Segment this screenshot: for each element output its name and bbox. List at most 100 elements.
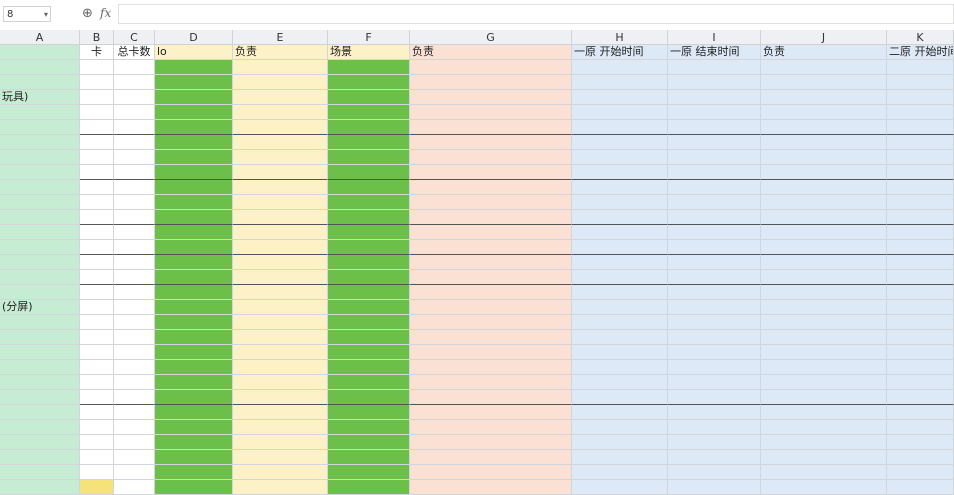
cell-e-row-13[interactable] [233,225,328,240]
cell-g-row-4[interactable] [410,90,572,105]
cell-j-row-7[interactable] [761,135,887,150]
cell-h-row-3[interactable] [572,75,668,90]
cell-i-row-3[interactable] [668,75,761,90]
cell-d-row-15[interactable] [155,255,233,270]
cell-g-row-28[interactable] [410,450,572,465]
cell-g-row-11[interactable] [410,195,572,210]
cell-e-row-19[interactable] [233,315,328,330]
cell-a-row-10[interactable] [0,180,80,195]
cell-e-row-5[interactable] [233,105,328,120]
cell-j-row-20[interactable] [761,330,887,345]
cell-h-row-12[interactable] [572,210,668,225]
cell-i-row-30[interactable] [668,480,761,495]
cell-k-row-8[interactable] [887,150,954,165]
cell-k-row-11[interactable] [887,195,954,210]
cell-h-row-24[interactable] [572,390,668,405]
cell-f-row-30[interactable] [328,480,410,495]
cell-i-row-29[interactable] [668,465,761,480]
cell-j-row-16[interactable] [761,270,887,285]
cell-c-row-17[interactable] [114,285,155,300]
cell-e-row-21[interactable] [233,345,328,360]
cell-f-row-20[interactable] [328,330,410,345]
cell-f-row-4[interactable] [328,90,410,105]
cell-j-row-8[interactable] [761,150,887,165]
cell-a-row-27[interactable] [0,435,80,450]
cell-b-row-19[interactable] [80,315,114,330]
cell-e-row-3[interactable] [233,75,328,90]
cell-d-row-27[interactable] [155,435,233,450]
cell-d-row-30[interactable] [155,480,233,495]
cell-b-row-18[interactable] [80,300,114,315]
cell-d-row-26[interactable] [155,420,233,435]
cell-a-row-20[interactable] [0,330,80,345]
cell-b-row-27[interactable] [80,435,114,450]
cell-d-row-13[interactable] [155,225,233,240]
cell-k-row-21[interactable] [887,345,954,360]
cell-j-row-25[interactable] [761,405,887,420]
cell-b-row-15[interactable] [80,255,114,270]
cell-c-row-15[interactable] [114,255,155,270]
cell-b-row-14[interactable] [80,240,114,255]
cell-i-row-16[interactable] [668,270,761,285]
cell-c-row-4[interactable] [114,90,155,105]
cell-a-row-17[interactable] [0,285,80,300]
cell-c-row-2[interactable] [114,60,155,75]
cell-g-row-24[interactable] [410,390,572,405]
cell-c-row-18[interactable] [114,300,155,315]
cell-d-row-29[interactable] [155,465,233,480]
cell-e-row-12[interactable] [233,210,328,225]
cell-j-row-9[interactable] [761,165,887,180]
cell-k-row-10[interactable] [887,180,954,195]
cell-i-row-15[interactable] [668,255,761,270]
cell-c-row-5[interactable] [114,105,155,120]
cell-a-row-15[interactable] [0,255,80,270]
cell-a-row-3[interactable] [0,75,80,90]
header-cell-k[interactable]: 二原 开始时间 [887,45,954,60]
cell-j-row-15[interactable] [761,255,887,270]
cell-b-row-6[interactable] [80,120,114,135]
header-cell-b[interactable]: 卡 [80,45,114,60]
cell-e-row-26[interactable] [233,420,328,435]
cell-c-row-29[interactable] [114,465,155,480]
cell-f-row-27[interactable] [328,435,410,450]
cell-f-row-22[interactable] [328,360,410,375]
cell-h-row-11[interactable] [572,195,668,210]
zoom-icon[interactable]: ⊕ [82,6,93,21]
cell-b-row-7[interactable] [80,135,114,150]
cell-e-row-22[interactable] [233,360,328,375]
cell-b-row-23[interactable] [80,375,114,390]
cell-d-row-25[interactable] [155,405,233,420]
cell-k-row-17[interactable] [887,285,954,300]
cell-f-row-11[interactable] [328,195,410,210]
cell-h-row-27[interactable] [572,435,668,450]
cell-g-row-12[interactable] [410,210,572,225]
column-header-c[interactable]: C [114,30,155,45]
cell-g-row-22[interactable] [410,360,572,375]
cell-i-row-10[interactable] [668,180,761,195]
cell-e-row-14[interactable] [233,240,328,255]
chevron-down-icon[interactable]: ▾ [44,7,48,23]
cell-b-row-10[interactable] [80,180,114,195]
cell-a-row-22[interactable] [0,360,80,375]
cell-a-row-14[interactable] [0,240,80,255]
cell-f-row-7[interactable] [328,135,410,150]
header-cell-g[interactable]: 负责 [410,45,572,60]
cell-f-row-26[interactable] [328,420,410,435]
cell-h-row-15[interactable] [572,255,668,270]
cell-k-row-19[interactable] [887,315,954,330]
cell-k-row-14[interactable] [887,240,954,255]
cell-h-row-23[interactable] [572,375,668,390]
cell-h-row-30[interactable] [572,480,668,495]
cell-k-row-9[interactable] [887,165,954,180]
cell-g-row-2[interactable] [410,60,572,75]
cell-b-row-12[interactable] [80,210,114,225]
cell-b-row-17[interactable] [80,285,114,300]
cell-e-row-11[interactable] [233,195,328,210]
cell-b-row-22[interactable] [80,360,114,375]
cell-e-row-25[interactable] [233,405,328,420]
cell-j-row-21[interactable] [761,345,887,360]
column-header-f[interactable]: F [328,30,410,45]
cell-h-row-19[interactable] [572,315,668,330]
cell-j-row-29[interactable] [761,465,887,480]
cell-k-row-23[interactable] [887,375,954,390]
